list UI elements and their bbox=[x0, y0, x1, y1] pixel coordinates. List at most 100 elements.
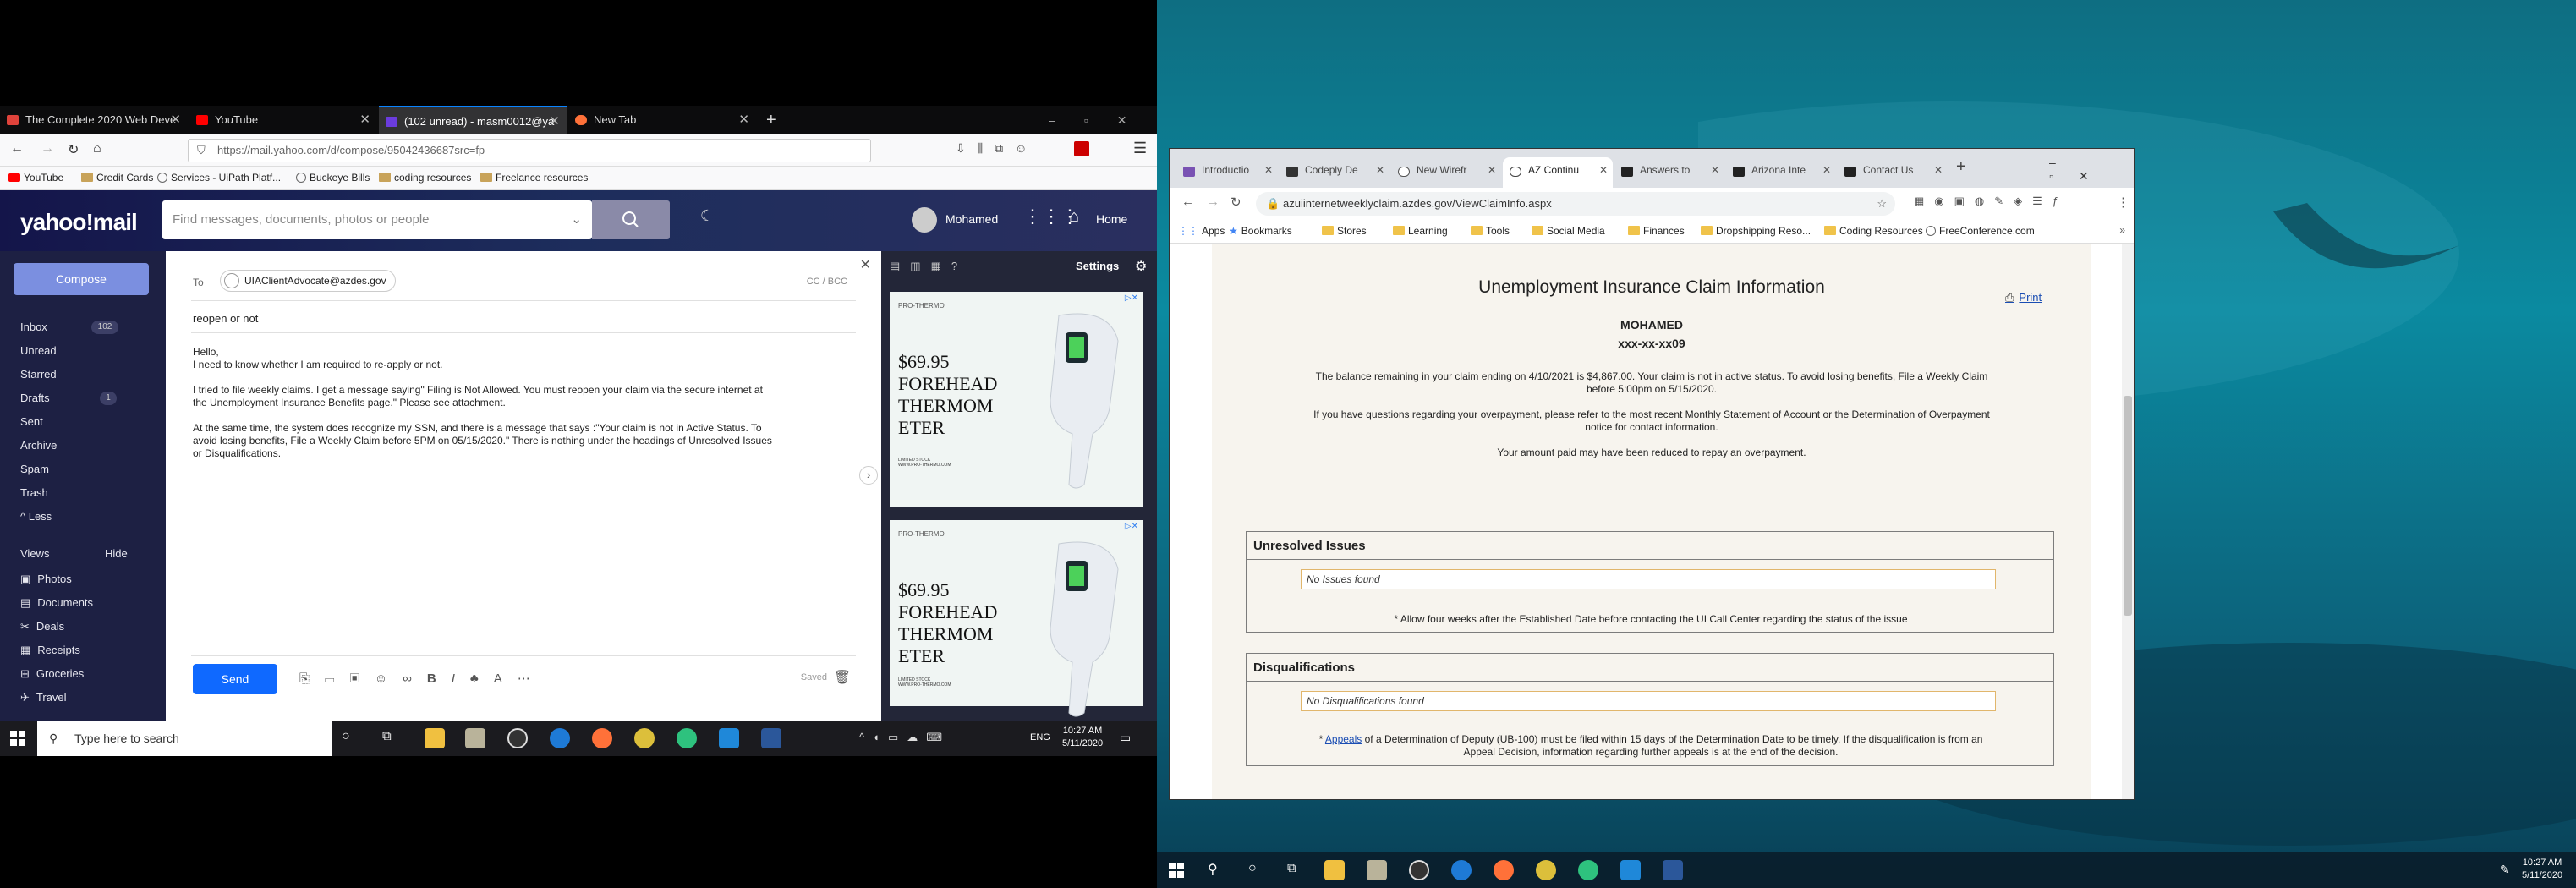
view-documents[interactable]: ▤ Documents bbox=[20, 596, 93, 610]
bookmark-credit-cards[interactable]: Credit Cards bbox=[81, 172, 153, 184]
spotify-icon[interactable] bbox=[1578, 860, 1598, 880]
chevron-right-icon[interactable]: » bbox=[2119, 224, 2125, 236]
search-button[interactable] bbox=[592, 200, 670, 239]
bookmark-coding[interactable]: coding resources bbox=[379, 172, 471, 184]
bookmark-freeconference[interactable]: FreeConference.com bbox=[1926, 225, 2035, 237]
new-tab-button[interactable]: + bbox=[1956, 157, 1966, 177]
scrollbar[interactable] bbox=[2122, 244, 2134, 799]
bookmark-youtube[interactable]: YouTube bbox=[8, 172, 63, 184]
window-controls[interactable]: –▫✕ bbox=[1049, 106, 1155, 134]
close-icon[interactable]: ✕ bbox=[1376, 157, 1384, 183]
print-link[interactable]: ⎙ Print bbox=[2005, 291, 2042, 304]
sticker-icon[interactable]: ▣ bbox=[349, 671, 374, 686]
italic-icon[interactable]: I bbox=[452, 671, 470, 686]
cortana-icon[interactable]: ○ bbox=[1248, 861, 1257, 876]
close-icon[interactable]: ✕ bbox=[1488, 157, 1496, 183]
url-bar[interactable]: 🔒 azuiinternetweeklyclaim.azdes.gov/ViewC… bbox=[1256, 192, 1895, 216]
chrome-tab-3[interactable]: New Wirefr ✕ bbox=[1391, 157, 1501, 188]
bookmark-learning[interactable]: Learning bbox=[1393, 225, 1448, 237]
reload-icon[interactable]: ↻ bbox=[68, 141, 79, 158]
firefox-icon[interactable] bbox=[592, 728, 612, 748]
spotify-icon[interactable] bbox=[677, 728, 697, 748]
firefox-tab-1[interactable]: The Complete 2020 Web Deve ✕ bbox=[0, 106, 188, 134]
recipient-chip[interactable]: UIAClientAdvocate@azdes.gov bbox=[220, 270, 396, 292]
home-link[interactable]: Home bbox=[1096, 212, 1127, 226]
calendar-icon[interactable] bbox=[1620, 860, 1641, 880]
right-rail-icons[interactable]: ▤▥▦? bbox=[890, 260, 967, 273]
link-icon[interactable]: ∞ bbox=[403, 671, 427, 686]
attach-icon[interactable]: ⎘ bbox=[299, 671, 325, 686]
close-icon[interactable]: ✕ bbox=[738, 106, 749, 134]
more-icon[interactable]: ⋯ bbox=[518, 671, 545, 686]
star-icon[interactable]: ☆ bbox=[1877, 192, 1887, 216]
back-icon[interactable]: ← bbox=[1181, 195, 1194, 209]
bookmark-freelance[interactable]: Freelance resources bbox=[480, 172, 588, 184]
close-icon[interactable]: ✕ bbox=[1599, 157, 1608, 183]
close-icon[interactable]: ✕ bbox=[1264, 157, 1273, 183]
hide-views-link[interactable]: Hide bbox=[105, 547, 128, 560]
format-toolbar[interactable]: ⎘▭▣☺∞BI♣A⋯ bbox=[299, 671, 545, 686]
github-icon[interactable] bbox=[1409, 860, 1429, 880]
firefox-tab-2[interactable]: YouTube ✕ bbox=[189, 106, 377, 134]
clock[interactable]: 10:27 AM 5/11/2020 bbox=[1062, 725, 1103, 750]
gear-icon[interactable]: ⚙ bbox=[1135, 258, 1147, 275]
view-photos[interactable]: ▣ Photos bbox=[20, 573, 72, 586]
folder-archive[interactable]: Archive bbox=[20, 439, 57, 452]
tray-icons[interactable]: ^◖▭☁⌨ bbox=[859, 731, 951, 744]
bookmark-coding[interactable]: Coding Resources bbox=[1824, 225, 1923, 237]
view-deals[interactable]: ✂ Deals bbox=[20, 620, 64, 633]
subject-field[interactable]: reopen or not bbox=[193, 312, 258, 325]
close-icon[interactable]: ✕ bbox=[1934, 157, 1943, 183]
chrome-icon[interactable] bbox=[634, 728, 655, 748]
back-icon[interactable]: ← bbox=[10, 141, 24, 156]
search-input[interactable]: Find messages, documents, photos or peop… bbox=[162, 200, 592, 239]
folder-sent[interactable]: Sent bbox=[20, 415, 43, 428]
appeals-link[interactable]: Appeals bbox=[1325, 733, 1362, 745]
extension-icons[interactable]: ▦◉▣◍✎◈☰ƒ bbox=[1914, 195, 2069, 208]
adchoices-icon[interactable]: ▷✕ bbox=[1125, 522, 1138, 531]
yahoo-mail-logo[interactable]: yahoo!mail bbox=[20, 209, 138, 236]
chrome-tab-1[interactable]: Introductio ✕ bbox=[1176, 157, 1278, 188]
firefox-icon[interactable] bbox=[1494, 860, 1514, 880]
view-receipts[interactable]: ▦ Receipts bbox=[20, 644, 80, 657]
menu-icon[interactable]: ☰ bbox=[1133, 140, 1147, 157]
chrome-tab-7[interactable]: Contact Us ✕ bbox=[1838, 157, 1948, 188]
bookmark-bookmarks[interactable]: ★ Bookmarks bbox=[1229, 225, 1292, 237]
cortana-icon[interactable]: ○ bbox=[342, 729, 350, 744]
home-icon[interactable]: ⌂ bbox=[1069, 207, 1079, 227]
task-view-icon[interactable]: ⧉ bbox=[1287, 861, 1296, 875]
send-button[interactable]: Send bbox=[193, 664, 277, 694]
window-controls[interactable]: –▫✕ bbox=[2049, 156, 2134, 184]
edge-icon[interactable] bbox=[550, 728, 570, 748]
bold-icon[interactable]: B bbox=[427, 671, 452, 686]
forward-icon[interactable]: → bbox=[1207, 195, 1219, 209]
bookmark-dropshipping[interactable]: Dropshipping Reso... bbox=[1701, 225, 1811, 237]
app-icon[interactable] bbox=[1367, 860, 1387, 880]
settings-link[interactable]: Settings bbox=[1076, 260, 1119, 272]
close-icon[interactable]: ✕ bbox=[170, 106, 181, 134]
pen-icon[interactable]: ✎ bbox=[2500, 863, 2510, 877]
file-explorer-icon[interactable] bbox=[1324, 860, 1345, 880]
advertisement[interactable]: PRO-THERMO ▷✕ $69.95 FOREHEAD THERMOM ET… bbox=[890, 520, 1143, 717]
trash-icon[interactable]: 🗑 bbox=[834, 669, 851, 686]
cc-bcc-toggle[interactable]: CC / BCC bbox=[807, 277, 847, 287]
bookmark-apps[interactable]: ⋮⋮ Apps bbox=[1178, 225, 1225, 237]
view-groceries[interactable]: ⊞ Groceries bbox=[20, 667, 84, 681]
windows-start-icon[interactable] bbox=[1169, 863, 1184, 878]
calendar-icon[interactable] bbox=[719, 728, 739, 748]
bookmark-social-media[interactable]: Social Media bbox=[1532, 225, 1605, 237]
emoji-icon[interactable]: ☺ bbox=[375, 671, 403, 686]
folder-inbox[interactable]: Inbox bbox=[20, 321, 47, 333]
search-icon[interactable]: ⚲ bbox=[1208, 861, 1218, 878]
bookmark-finances[interactable]: Finances bbox=[1628, 225, 1685, 237]
bookmark-tools[interactable]: Tools bbox=[1471, 225, 1510, 237]
firefox-tab-3[interactable]: (102 unread) - masm0012@ya ✕ bbox=[379, 106, 567, 134]
bookmark-uipath[interactable]: Services - UiPath Platf... bbox=[157, 172, 281, 184]
taskbar-search-input[interactable]: ⚲ Type here to search bbox=[37, 721, 332, 756]
view-travel[interactable]: ✈ Travel bbox=[20, 691, 67, 704]
new-tab-button[interactable]: + bbox=[766, 106, 776, 134]
user-name[interactable]: Mohamed bbox=[945, 212, 998, 226]
advertisement[interactable]: PRO-THERMO ▷✕ $69.95 FOREHEAD THERMOM ET… bbox=[890, 292, 1143, 507]
avatar[interactable] bbox=[912, 207, 937, 233]
close-icon[interactable]: ✕ bbox=[1822, 157, 1831, 183]
